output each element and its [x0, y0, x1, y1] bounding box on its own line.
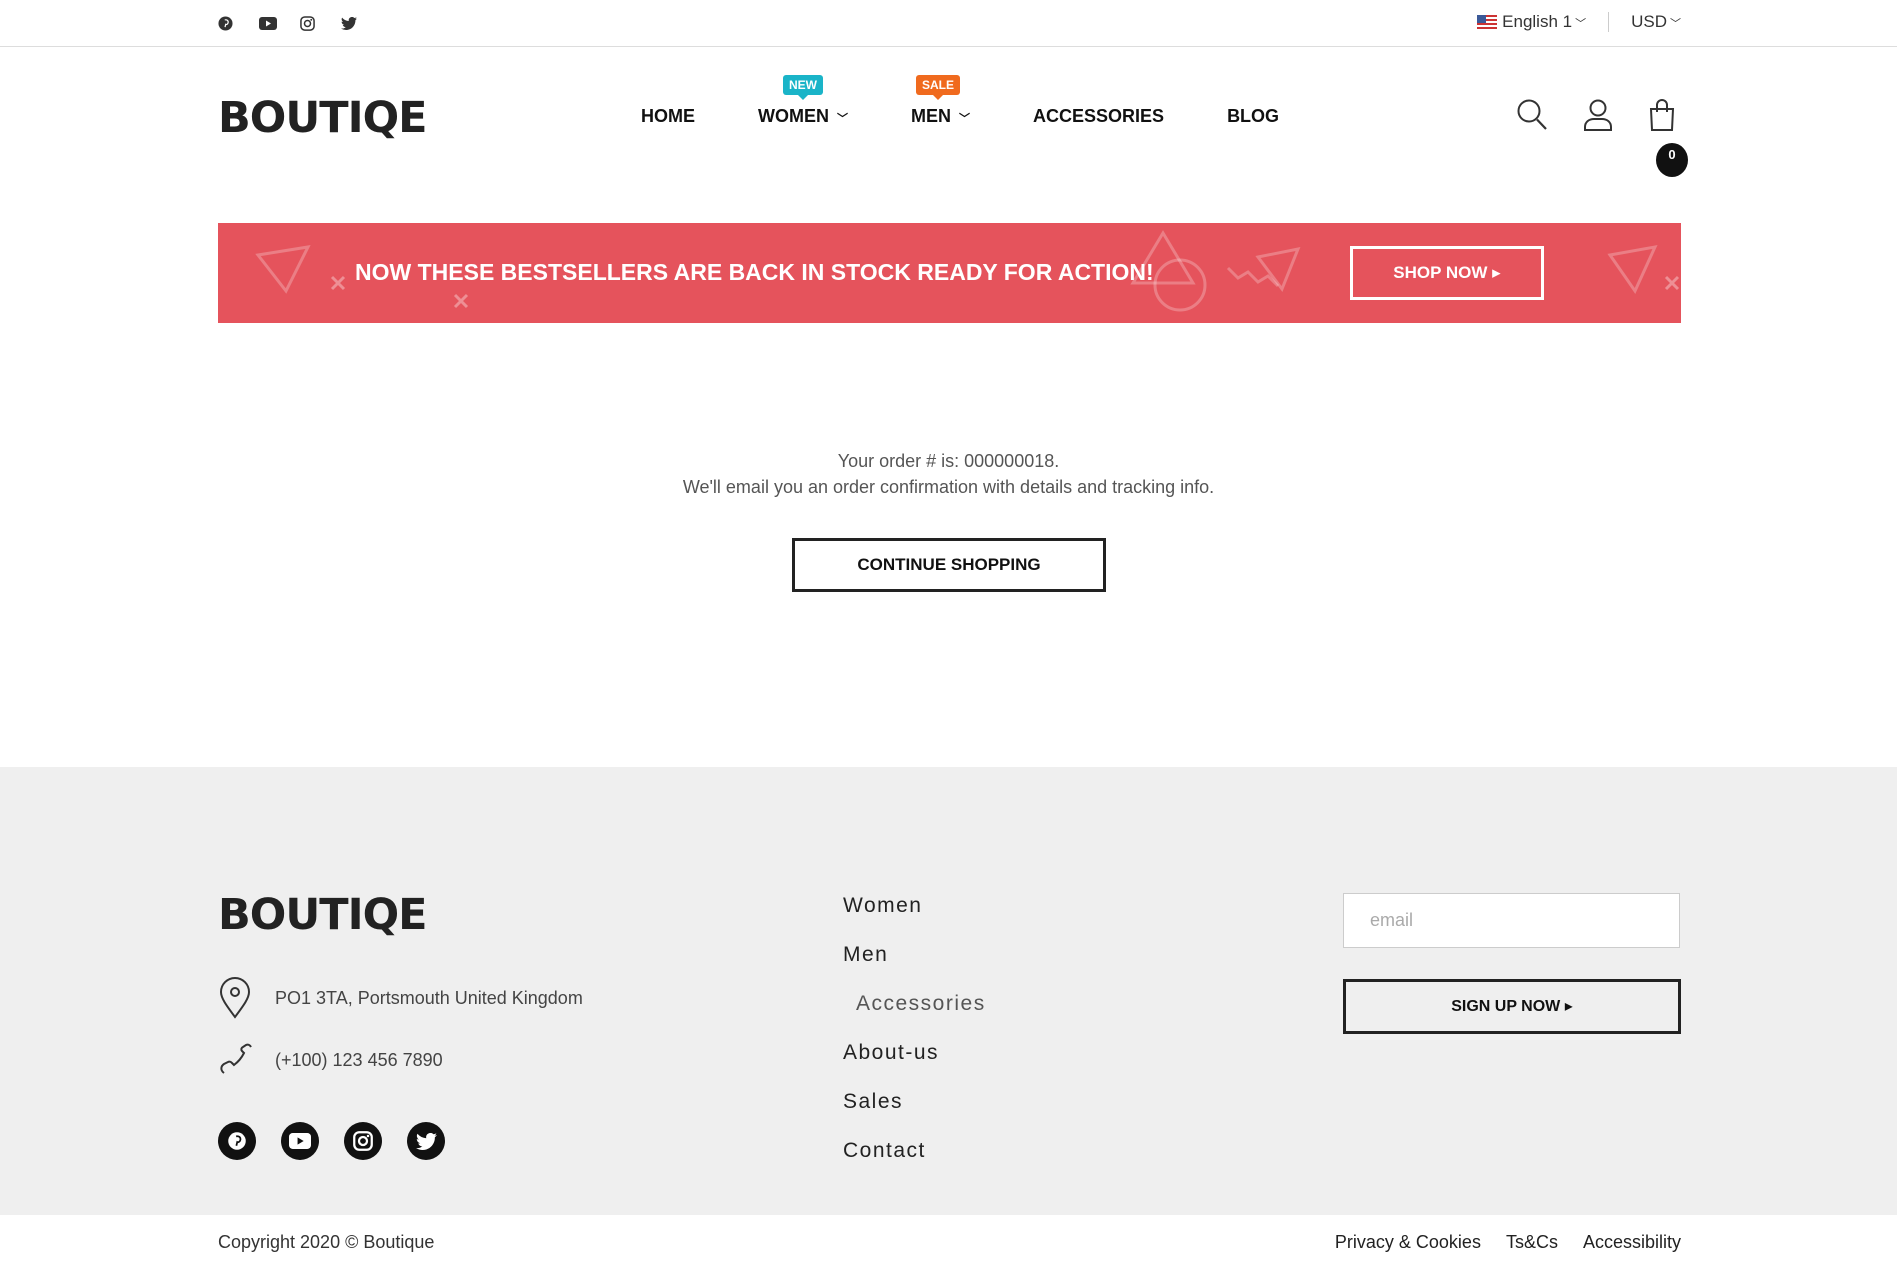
footer: BOUTIQE PO1 3TA, Portsmouth United Kingd… [0, 767, 1897, 1215]
footer-links: Women Men Accessories About-us Sales Con… [843, 894, 986, 1188]
footer-link-contact[interactable]: Contact [843, 1139, 986, 1188]
currency-selector[interactable]: USD ﹀ [1631, 12, 1681, 32]
youtube-icon[interactable] [259, 14, 300, 32]
sale-badge: SALE [916, 75, 961, 100]
footer-link-women[interactable]: Women [843, 894, 986, 943]
phone-row: (+100) 123 456 7890 [218, 1039, 443, 1081]
nav-label: HOME [641, 106, 695, 126]
shop-now-button[interactable]: SHOP NOW ▸ [1350, 246, 1544, 300]
cart-count-badge: 0 [1656, 143, 1688, 177]
divider [1608, 12, 1610, 32]
nav-item-blog[interactable]: BLOG [1227, 106, 1279, 127]
nav-item-men[interactable]: SALE MEN ﹀ [911, 75, 971, 127]
footer-social-links [218, 1122, 445, 1160]
chevron-down-icon: ﹀ [1575, 18, 1587, 30]
order-number-text: Your order # is: 000000018. [837, 451, 1060, 471]
promo-banner: NOW THESE BESTSELLERS ARE BACK IN STOCK … [218, 223, 1681, 323]
top-bar: English 1 ﹀ USD ﹀ [0, 0, 1897, 47]
chevron-down-icon: ﹀ [837, 113, 849, 125]
phone-icon [218, 1039, 254, 1081]
twitter-icon[interactable] [407, 1122, 445, 1160]
search-icon[interactable] [1516, 98, 1548, 132]
copyright-text: Copyright 2020 © Boutique [218, 1232, 435, 1252]
accessibility-link[interactable]: Accessibility [1583, 1232, 1681, 1253]
twitter-icon[interactable] [341, 14, 382, 32]
instagram-icon[interactable] [344, 1122, 382, 1160]
footer-link-about-us[interactable]: About-us [843, 1041, 986, 1090]
terms-link[interactable]: Ts&Cs [1506, 1232, 1558, 1253]
legal-links: Privacy & Cookies Ts&Cs Accessibility [1335, 1232, 1681, 1253]
locale-selectors: English 1 ﹀ USD ﹀ [1477, 12, 1681, 32]
top-social-links [218, 14, 382, 32]
currency-label: USD [1631, 12, 1667, 31]
nav-label: WOMEN [758, 106, 829, 126]
instagram-icon[interactable] [300, 14, 341, 32]
footer-link-men[interactable]: Men [843, 943, 986, 992]
youtube-icon[interactable] [281, 1122, 319, 1160]
nav-item-accessories[interactable]: ACCESSORIES [1033, 106, 1164, 127]
footer-bottom-bar: Copyright 2020 © Boutique Privacy & Cook… [0, 1215, 1897, 1281]
us-flag-icon [1477, 15, 1498, 29]
newsletter-email-input[interactable] [1343, 893, 1680, 948]
nav-item-home[interactable]: HOME [641, 106, 695, 127]
language-label: English 1 [1502, 12, 1573, 31]
chevron-down-icon: ﹀ [1670, 18, 1681, 30]
pinterest-icon[interactable] [218, 1122, 256, 1160]
footer-link-accessories[interactable]: Accessories [843, 992, 986, 1041]
user-icon[interactable] [1582, 98, 1614, 132]
nav-label: ACCESSORIES [1033, 106, 1165, 126]
order-confirmation: Your order # is: 000000018. We'll email … [0, 448, 1897, 500]
language-selector[interactable]: English 1 ﹀ [1502, 12, 1586, 32]
address-row: PO1 3TA, Portsmouth United Kingdom [218, 977, 583, 1019]
address-text: PO1 3TA, Portsmouth United Kingdom [275, 987, 583, 1008]
nav-label: BLOG [1227, 106, 1280, 126]
nav-label: MEN [911, 106, 952, 126]
header-actions: 0 [1516, 98, 1688, 177]
pinterest-icon[interactable] [218, 14, 259, 32]
chevron-down-icon: ﹀ [959, 113, 971, 125]
nav-item-women[interactable]: NEW WOMEN ﹀ [758, 75, 849, 127]
main-nav: HOME NEW WOMEN ﹀ SALE MEN ﹀ ACCESSORIES … [641, 75, 1342, 127]
continue-shopping-button[interactable]: CONTINUE SHOPPING [792, 538, 1106, 592]
footer-link-sales[interactable]: Sales [843, 1090, 986, 1139]
phone-text: (+100) 123 456 7890 [275, 1049, 443, 1070]
privacy-cookies-link[interactable]: Privacy & Cookies [1335, 1232, 1481, 1253]
location-pin-icon [218, 977, 254, 1019]
email-notice-text: We'll email you an order confirmation wi… [682, 477, 1215, 497]
site-logo[interactable]: BOUTIQE [218, 93, 428, 143]
new-badge: NEW [783, 75, 823, 100]
sign-up-button[interactable]: SIGN UP NOW ▸ [1343, 979, 1681, 1034]
cart-icon[interactable]: 0 [1648, 98, 1688, 177]
banner-headline: NOW THESE BESTSELLERS ARE BACK IN STOCK … [355, 259, 1154, 285]
footer-logo[interactable]: BOUTIQE [218, 890, 428, 940]
